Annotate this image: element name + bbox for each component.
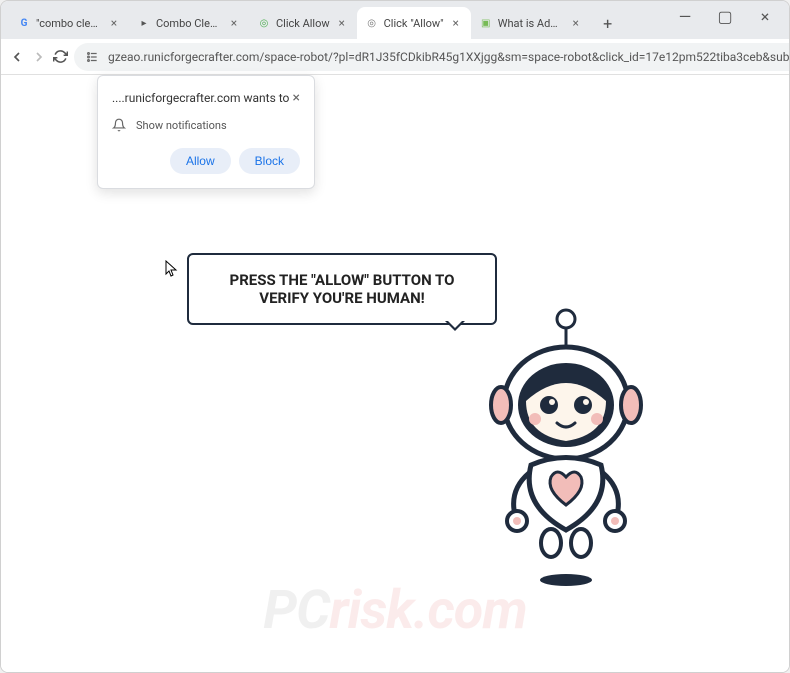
robot-illustration bbox=[471, 305, 661, 595]
tab-label: Combo Cleaner Pr bbox=[156, 17, 222, 30]
permission-text: Show notifications bbox=[136, 119, 227, 132]
forward-button[interactable] bbox=[31, 43, 47, 71]
popup-close-icon[interactable]: × bbox=[293, 90, 300, 106]
url-text: gzeao.runicforgecrafter.com/space-robot/… bbox=[108, 50, 790, 64]
page-content: ....runicforgecrafter.com wants to × Sho… bbox=[1, 75, 789, 672]
tab-1[interactable]: ▸ Combo Cleaner Pr × bbox=[129, 7, 249, 39]
popup-permission-row: Show notifications bbox=[112, 118, 300, 132]
window-controls: — ▢ × bbox=[665, 1, 785, 31]
watermark-p: P bbox=[263, 579, 296, 642]
browser-window: G "combo cleaner" - × ▸ Combo Cleaner Pr… bbox=[0, 0, 790, 673]
close-window-button[interactable]: × bbox=[745, 1, 785, 31]
tab-4[interactable]: ▣ What is Adware Vi × bbox=[471, 7, 591, 39]
speech-bubble: PRESS THE "ALLOW" BUTTON TO VERIFY YOU'R… bbox=[187, 253, 497, 325]
close-icon[interactable]: × bbox=[227, 16, 241, 30]
favicon-combo: ▸ bbox=[137, 16, 151, 30]
tab-label: Click Allow bbox=[276, 17, 330, 30]
tab-2[interactable]: ◎ Click Allow × bbox=[249, 7, 357, 39]
notification-permission-popup: ....runicforgecrafter.com wants to × Sho… bbox=[97, 75, 315, 189]
tab-label: Click "Allow" bbox=[384, 17, 444, 30]
back-button[interactable] bbox=[9, 43, 25, 71]
block-button[interactable]: Block bbox=[239, 148, 300, 174]
popup-domain-text: ....runicforgecrafter.com wants to bbox=[112, 91, 289, 105]
new-tab-button[interactable]: + bbox=[595, 10, 621, 36]
close-icon[interactable]: × bbox=[569, 16, 583, 30]
watermark-c: C bbox=[296, 579, 329, 642]
speech-text: PRESS THE "ALLOW" BUTTON TO VERIFY YOU'R… bbox=[230, 271, 455, 307]
toolbar: gzeao.runicforgecrafter.com/space-robot/… bbox=[1, 39, 789, 75]
favicon-google: G bbox=[17, 16, 31, 30]
site-info-icon[interactable] bbox=[84, 49, 100, 65]
tab-3-active[interactable]: ◎ Click "Allow" × bbox=[357, 7, 471, 39]
close-icon[interactable]: × bbox=[335, 16, 349, 30]
tab-0[interactable]: G "combo cleaner" - × bbox=[9, 7, 129, 39]
cursor-icon bbox=[165, 260, 179, 282]
favicon-adware: ▣ bbox=[479, 16, 493, 30]
allow-button[interactable]: Allow bbox=[170, 148, 231, 174]
address-bar[interactable]: gzeao.runicforgecrafter.com/space-robot/… bbox=[74, 43, 790, 71]
tab-label: What is Adware Vi bbox=[498, 17, 564, 30]
titlebar: G "combo cleaner" - × ▸ Combo Cleaner Pr… bbox=[1, 1, 789, 39]
reload-button[interactable] bbox=[53, 43, 68, 71]
favicon-active: ◎ bbox=[365, 16, 379, 30]
favicon-allow: ◎ bbox=[257, 16, 271, 30]
close-icon[interactable]: × bbox=[107, 16, 121, 30]
minimize-button[interactable]: — bbox=[665, 1, 705, 31]
popup-buttons: Allow Block bbox=[112, 148, 300, 174]
tab-label: "combo cleaner" - bbox=[36, 17, 102, 30]
popup-header: ....runicforgecrafter.com wants to × bbox=[112, 90, 300, 106]
bell-icon bbox=[112, 118, 126, 132]
close-icon[interactable]: × bbox=[449, 16, 463, 30]
maximize-button[interactable]: ▢ bbox=[705, 1, 745, 31]
